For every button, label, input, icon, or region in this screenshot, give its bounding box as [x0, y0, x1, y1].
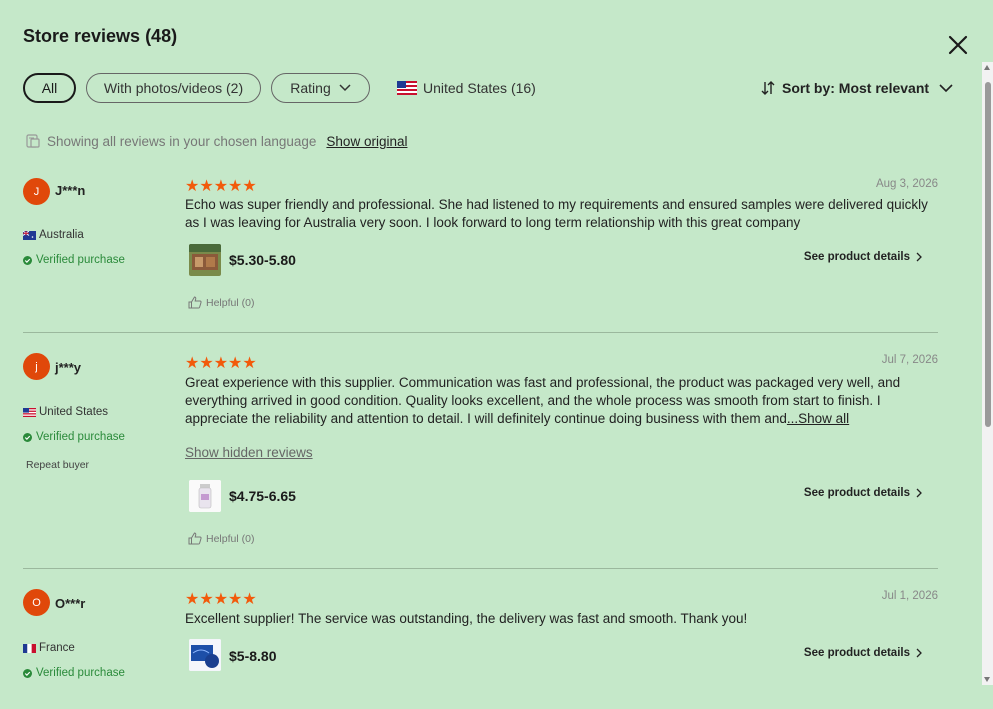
- page-title: Store reviews (48): [23, 26, 178, 46]
- review-date: Jul 7, 2026: [881, 354, 938, 366]
- review-text: Echo was super friendly and professional…: [185, 197, 928, 230]
- avatar: j: [23, 353, 50, 380]
- review-text: Excellent supplier! The service was outs…: [185, 611, 748, 626]
- product-price: $5-8.80: [229, 648, 277, 664]
- sort-dropdown[interactable]: Sort by: Most relevant: [760, 80, 953, 96]
- product-thumbnail[interactable]: [189, 244, 221, 276]
- see-product-details-link[interactable]: See product details: [804, 487, 922, 499]
- product-price: $4.75-6.65: [229, 488, 296, 504]
- see-product-details-link[interactable]: See product details: [804, 647, 922, 659]
- divider: [23, 568, 938, 569]
- reviewer-name: j***y: [55, 360, 82, 375]
- verified-check-icon: [23, 432, 32, 442]
- reviewer-country: France: [23, 642, 75, 654]
- review-item: j j***y United States Verified purchase …: [23, 353, 938, 553]
- product-thumbnail[interactable]: [189, 480, 221, 512]
- verified-badge: Verified purchase: [23, 667, 125, 679]
- show-original-link[interactable]: Show original: [326, 134, 407, 149]
- filter-all-button[interactable]: All: [23, 73, 76, 103]
- helpful-button[interactable]: Helpful (0): [188, 532, 254, 545]
- product-price: $5.30-5.80: [229, 252, 296, 268]
- language-notice-text: Showing all reviews in your chosen langu…: [47, 133, 317, 149]
- verified-label: Verified purchase: [36, 667, 125, 679]
- reviewer-country-label: United States: [39, 406, 109, 418]
- helpful-label: Helpful (0): [206, 532, 255, 545]
- repeat-buyer-label: Repeat buyer: [26, 459, 90, 471]
- verified-check-icon: [23, 668, 32, 678]
- close-icon[interactable]: [946, 33, 970, 57]
- scrollbar-thumb[interactable]: [985, 82, 991, 427]
- product-image: [189, 480, 221, 512]
- filter-rating-dropdown[interactable]: Rating: [271, 73, 370, 103]
- see-product-details-label: See product details: [803, 487, 910, 499]
- helpful-button[interactable]: Helpful (0): [188, 296, 254, 309]
- product-image: [189, 244, 221, 276]
- chevron-down-icon: [339, 84, 351, 92]
- thumbs-up-icon: [188, 532, 202, 545]
- chevron-right-icon: [916, 252, 922, 262]
- see-product-details-label: See product details: [803, 251, 910, 263]
- see-product-details-label: See product details: [803, 647, 910, 659]
- reviewer-country-label: France: [39, 642, 75, 654]
- scroll-up-icon[interactable]: [984, 65, 990, 70]
- verified-badge: Verified purchase: [23, 431, 125, 443]
- filter-country-label: United States (16): [423, 80, 536, 96]
- chevron-right-icon: [916, 648, 922, 658]
- divider: [23, 332, 938, 333]
- reviewer-country: United States: [23, 406, 108, 418]
- filter-country-button[interactable]: United States (16): [397, 80, 536, 96]
- review-item: O O***r France Verified purchase ★★★★★ J…: [23, 589, 938, 699]
- review-date: Jul 1, 2026: [881, 590, 938, 602]
- star-rating: ★★★★★: [185, 178, 257, 195]
- helpful-label: Helpful (0): [206, 296, 255, 309]
- product-thumbnail[interactable]: [189, 639, 221, 671]
- product-image: [189, 639, 221, 671]
- thumbs-up-icon: [188, 296, 202, 309]
- avatar: O: [23, 589, 50, 616]
- scrollbar[interactable]: [982, 62, 993, 685]
- language-notice: Showing all reviews in your chosen langu…: [25, 133, 407, 149]
- review-date: Aug 3, 2026: [875, 178, 938, 190]
- us-flag-icon: [23, 407, 36, 417]
- show-hidden-reviews-link[interactable]: Show hidden reviews: [185, 445, 313, 460]
- verified-label: Verified purchase: [36, 254, 125, 266]
- star-rating: ★★★★★: [185, 591, 257, 608]
- chevron-right-icon: [916, 488, 922, 498]
- fr-flag-icon: [23, 643, 36, 653]
- reviewer-name: O***r: [55, 596, 86, 611]
- filter-rating-label: Rating: [290, 80, 331, 96]
- review-text: Great experience with this supplier. Com…: [185, 374, 935, 428]
- verified-label: Verified purchase: [36, 431, 125, 443]
- sort-icon: [761, 81, 775, 95]
- reviewer-name: J***n: [55, 183, 86, 198]
- sort-value: Most relevant: [838, 80, 930, 96]
- filter-photos-button[interactable]: With photos/videos (2): [86, 73, 261, 103]
- filter-photos-label: With photos/videos (2): [103, 80, 244, 96]
- see-product-details-link[interactable]: See product details: [804, 251, 922, 263]
- us-flag-icon: [397, 81, 417, 95]
- verified-badge: Verified purchase: [23, 254, 125, 266]
- translate-icon: [26, 134, 40, 148]
- show-all-link[interactable]: ...Show all: [787, 411, 849, 426]
- reviewer-country: Australia: [23, 229, 84, 241]
- verified-check-icon: [23, 255, 32, 265]
- scroll-down-icon[interactable]: [984, 677, 990, 682]
- sort-prefix: Sort by:: [782, 80, 839, 96]
- reviewer-country-label: Australia: [39, 229, 84, 241]
- filter-all-label: All: [41, 80, 58, 96]
- review-item: J J***n Australia Verified purchase ★★★★…: [23, 176, 938, 326]
- au-flag-icon: [23, 230, 36, 240]
- chevron-down-icon: [939, 83, 953, 92]
- avatar: J: [23, 178, 50, 205]
- star-rating: ★★★★★: [185, 355, 257, 372]
